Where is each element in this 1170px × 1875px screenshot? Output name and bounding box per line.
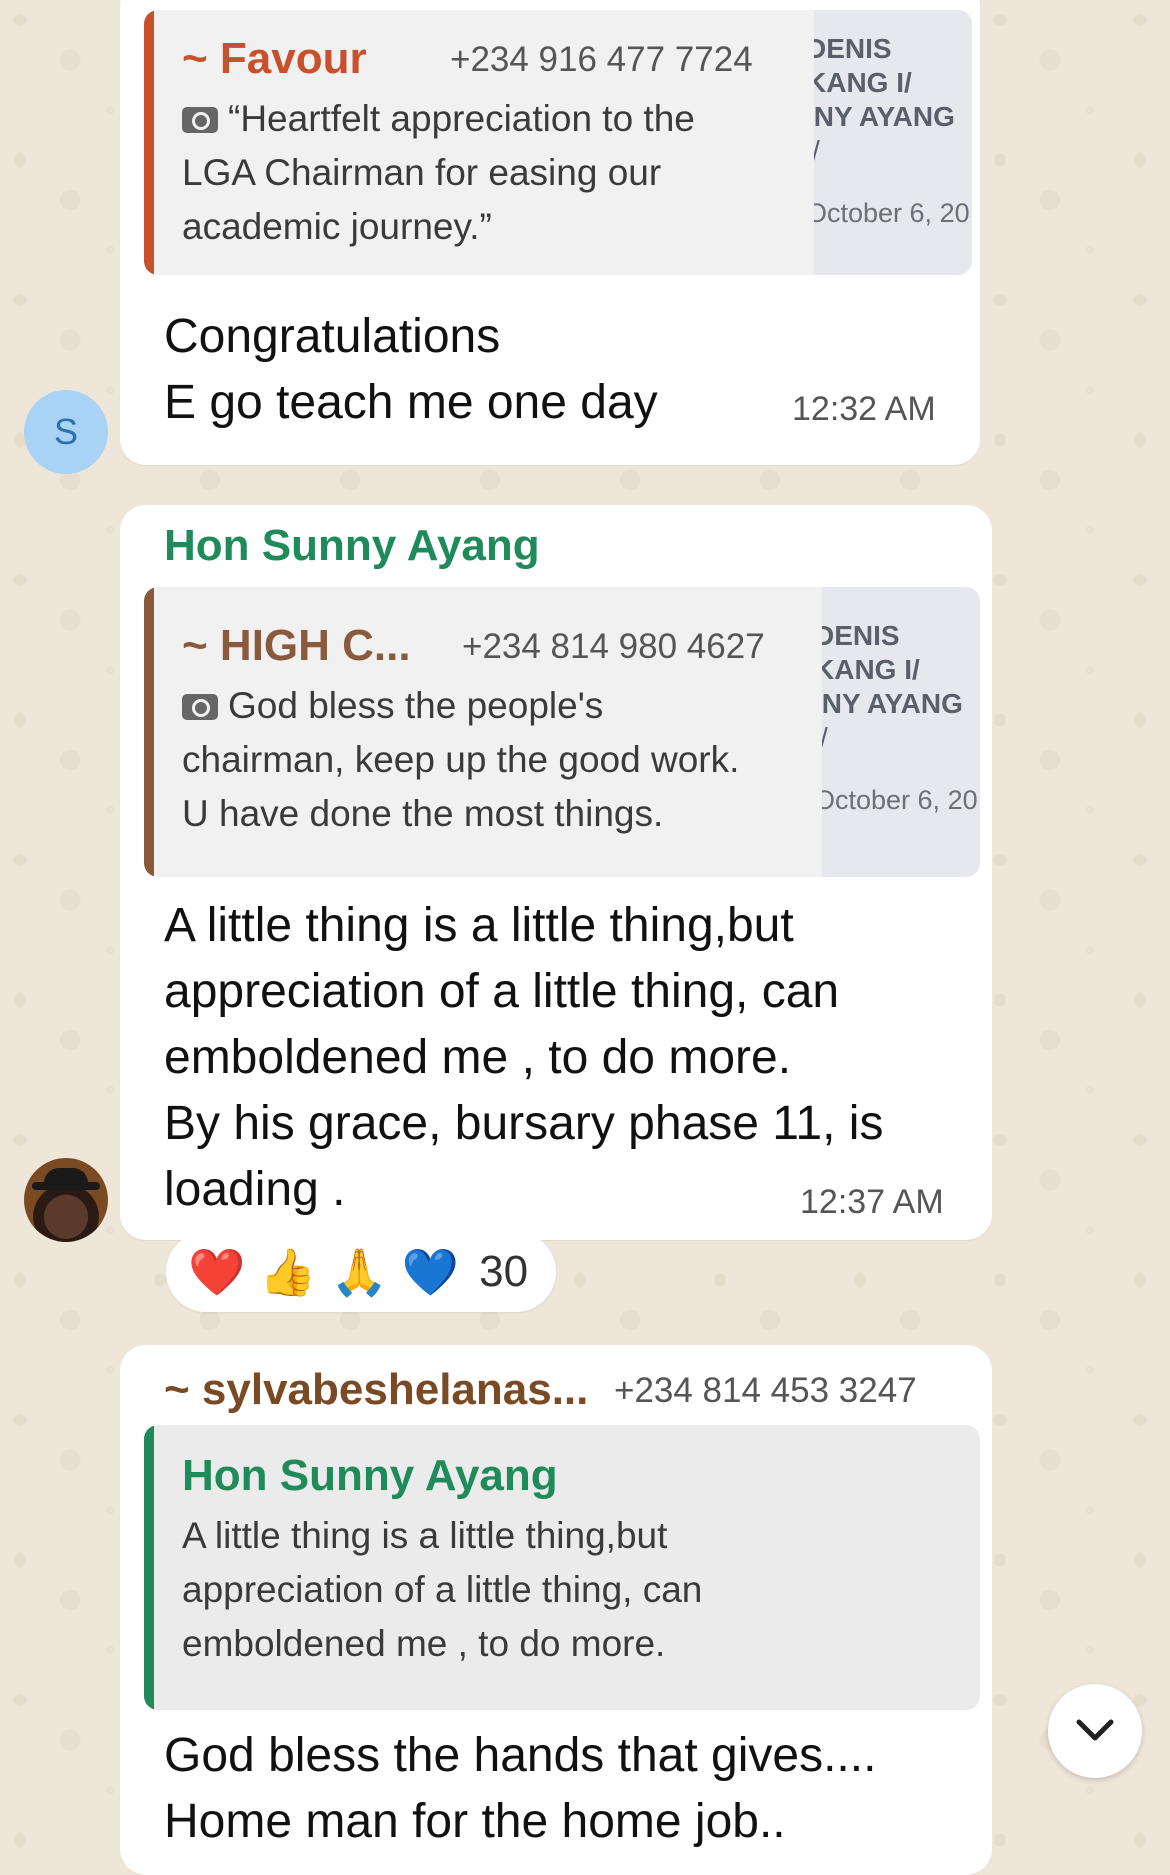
thumb-line: / [822,721,980,755]
avatar[interactable] [24,1158,108,1242]
reaction-count: 30 [479,1247,529,1296]
thumb-line: KANG I/ [822,654,920,685]
message-text: A little thing is a little thing,but app… [164,899,884,1216]
thumb-line: / [814,134,972,168]
thumb-date: October 6, 20 [814,198,970,228]
quoted-sender-name: ~ Favour [182,34,367,83]
quote-accent-bar [144,10,154,275]
message-bubble[interactable]: ~ sylvabeshelanas... +234 814 453 3247 H… [120,1345,992,1875]
quoted-message[interactable]: Hon Sunny Ayang A little thing is a litt… [144,1425,980,1710]
message-bubble[interactable]: ~ Favour +234 916 477 7724 “Heartfelt ap… [120,0,980,465]
quoted-text: God bless the people's chairman, keep up… [182,685,740,834]
message-text: Congratulations E go teach me one day [164,310,658,429]
heart-emoji: ❤️ [188,1245,246,1299]
thumb-line: DENIS [822,620,900,651]
sender-name[interactable]: ~ sylvabeshelanas... [164,1365,588,1415]
thumb-line: INY AYANG [822,688,963,719]
quoted-sender-phone: +234 916 477 7724 [450,40,753,79]
quote-accent-bar [144,1425,154,1710]
quoted-text: A little thing is a little thing,but app… [182,1515,703,1664]
message-bubble[interactable]: Hon Sunny Ayang ~ HIGH C... +234 814 980… [120,505,992,1240]
praying-hands-emoji: 🙏 [330,1245,388,1299]
quoted-text: “Heartfelt appreciation to the LGA Chair… [182,98,695,247]
thumb-line: DENIS [814,33,892,64]
quoted-sender-name: ~ HIGH C... [182,621,411,670]
reactions-bar[interactable]: ❤️ 👍 🙏 💙 30 [166,1232,556,1312]
thumb-line: INY AYANG [814,101,955,132]
quoted-image-thumbnail: DENIS KANG I/ INY AYANG / October 6, 20 [814,10,972,275]
message-timestamp: 12:32 AM [792,390,936,428]
quoted-sender-name: Hon Sunny Ayang [182,1451,558,1500]
blue-heart-emoji: 💙 [401,1245,460,1299]
thumb-line: KANG I/ [814,67,912,98]
sender-name[interactable]: Hon Sunny Ayang [164,521,540,571]
quoted-sender-phone: +234 814 980 4627 [462,627,765,666]
message-text: God bless the hands that gives.... Home … [164,1729,877,1848]
thumb-date: October 6, 20 [822,785,978,815]
avatar[interactable]: S [24,390,108,474]
scroll-to-bottom-button[interactable] [1048,1684,1142,1778]
message-timestamp: 12:37 AM [800,1183,944,1221]
quoted-image-thumbnail: DENIS KANG I/ INY AYANG / October 6, 20 [822,587,980,877]
sender-phone: +234 814 453 3247 [614,1371,917,1410]
camera-icon [182,694,218,720]
quoted-message[interactable]: ~ HIGH C... +234 814 980 4627 God bless … [144,587,980,877]
thumbs-up-emoji: 👍 [259,1245,317,1299]
quoted-message[interactable]: ~ Favour +234 916 477 7724 “Heartfelt ap… [144,10,972,275]
camera-icon [182,107,218,133]
chevron-down-icon [1076,1719,1114,1741]
quote-accent-bar [144,587,154,877]
